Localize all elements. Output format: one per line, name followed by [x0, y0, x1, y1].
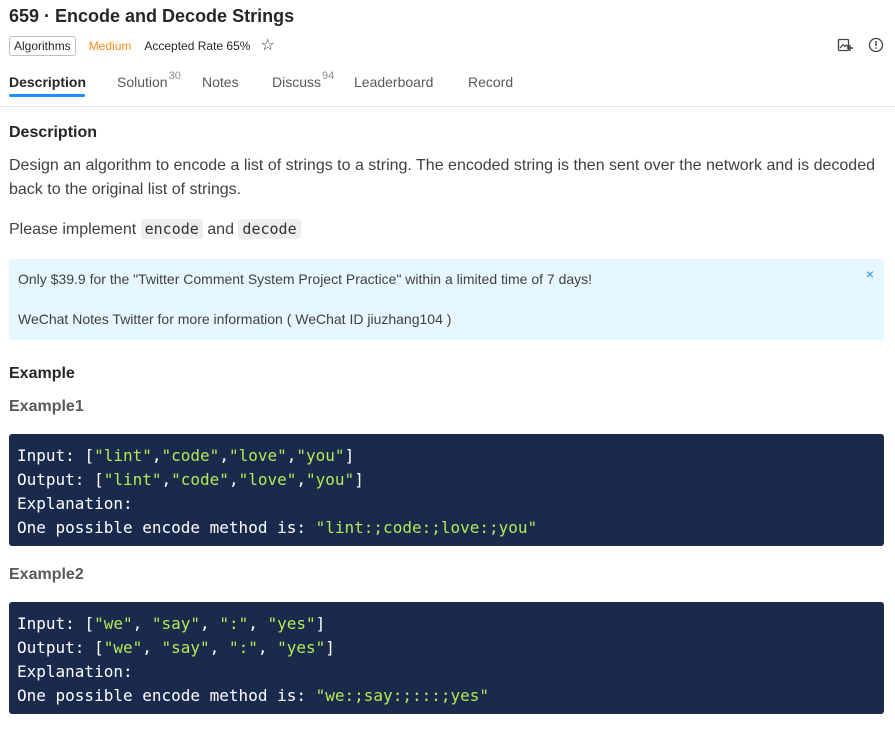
code-string: "code" [171, 470, 229, 489]
image-add-icon[interactable] [836, 36, 854, 54]
code-string: "love" [238, 470, 297, 489]
promo-line-1: Only $39.9 for the "Twitter Comment Syst… [18, 271, 593, 287]
output-label: Output: [17, 638, 95, 657]
tab-label: Solution [117, 74, 168, 90]
code-string: "say" [151, 614, 201, 633]
code-string: "lint" [103, 470, 162, 489]
active-tab-indicator [9, 94, 85, 97]
decode-code: decode [238, 219, 301, 239]
code-string: "we" [94, 614, 133, 633]
code-string: "you" [296, 446, 345, 465]
star-icon[interactable]: ☆ [260, 38, 274, 54]
code-string: ":" [219, 614, 249, 633]
method-label: One possible encode method is: [17, 518, 316, 537]
tab-count: 94 [322, 70, 335, 82]
code-string: "say" [161, 638, 210, 657]
code-string: "yes" [277, 638, 326, 657]
input-label: Input: [17, 614, 85, 633]
tab-solution[interactable]: Solution30 [117, 70, 181, 106]
page-title: 659 · Encode and Decode Strings [9, 6, 295, 26]
tab-label: Leaderboard [354, 74, 434, 90]
tab-discuss[interactable]: Discuss94 [272, 70, 334, 106]
tab-description[interactable]: Description [9, 74, 86, 106]
code-string: "we:;say:;:::;yes" [315, 686, 490, 705]
promo-banner: Only $39.9 for the "Twitter Comment Syst… [9, 259, 884, 340]
tab-leaderboard[interactable]: Leaderboard [354, 74, 433, 106]
example1-method-line: One possible encode method is: "lint:;co… [17, 516, 876, 540]
method-label: One possible encode method is: [17, 686, 316, 705]
example2-explanation: Explanation: [17, 662, 133, 681]
tab-label: Record [468, 74, 514, 90]
implement-prefix: Please implement [9, 221, 137, 238]
code-string: "lint" [94, 446, 152, 465]
promo-line-2[interactable]: WeChat Notes Twitter for more informatio… [18, 311, 451, 327]
output-label: Output: [17, 470, 95, 489]
example1-code-block: Input: ["lint","code","love","you"] Outpu… [9, 434, 884, 546]
description-heading: Description [9, 124, 98, 141]
tab-label: Notes [202, 74, 239, 90]
example1-output-line: Output: ["lint","code","love","you"] [17, 470, 364, 489]
input-label: Input: [17, 446, 85, 465]
code-string: "lint:;code:;love:;you" [315, 518, 538, 537]
difficulty-label: Medium [88, 39, 132, 53]
tab-count: 30 [168, 70, 181, 82]
problem-meta: Algorithms Medium Accepted Rate 65% ☆ [9, 36, 275, 56]
tab-label: Description [9, 74, 87, 90]
info-icon[interactable] [867, 36, 885, 54]
example2-title: Example2 [9, 566, 84, 583]
category-tag[interactable]: Algorithms [9, 36, 76, 56]
example1-title: Example1 [9, 398, 84, 415]
example2-output-line: Output: ["we", "say", ":", "yes"] [17, 638, 335, 657]
example2-method-line: One possible encode method is: "we:;say:… [17, 684, 876, 708]
code-string: "yes" [267, 614, 316, 633]
code-string: "we" [103, 638, 143, 657]
example1-input-line: Input: ["lint","code","love","you"] [17, 446, 355, 465]
implement-and: and [207, 221, 234, 238]
code-string: "code" [161, 446, 220, 465]
close-icon[interactable]: × [866, 266, 874, 282]
tab-notes[interactable]: Notes [202, 74, 239, 106]
example2-code-block: Input: ["we", "say", ":", "yes"] Output: … [9, 602, 884, 714]
tab-label: Discuss [272, 74, 322, 90]
example-heading: Example [9, 365, 75, 382]
tab-record[interactable]: Record [468, 74, 513, 106]
example1-explanation: Explanation: [17, 494, 133, 513]
code-string: "love" [228, 446, 287, 465]
code-string: ":" [228, 638, 258, 657]
accepted-rate: Accepted Rate 65% [144, 39, 251, 53]
code-string: "you" [306, 470, 355, 489]
implement-line: Please implement encode and decode [9, 217, 885, 242]
problem-header: 659 · Encode and Decode Strings Algorith… [0, 0, 895, 107]
encode-code: encode [140, 219, 203, 239]
example2-input-line: Input: ["we", "say", ":", "yes"] [17, 614, 326, 633]
description-text: Design an algorithm to encode a list of … [9, 157, 875, 198]
header-actions [836, 36, 885, 54]
